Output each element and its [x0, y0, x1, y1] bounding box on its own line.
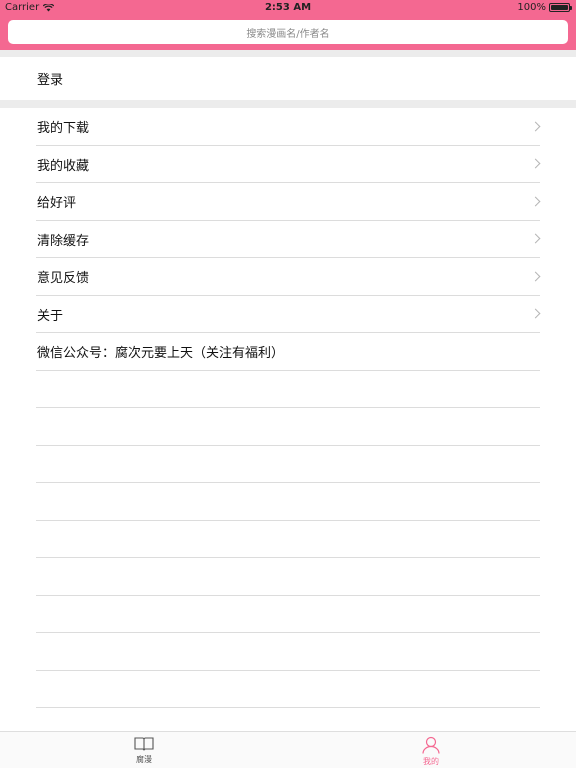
menu-item-label: 我的收藏 [37, 158, 90, 174]
empty-row [0, 521, 576, 559]
empty-row [0, 596, 576, 634]
menu-item-downloads[interactable]: 我的下载 [0, 108, 576, 146]
chevron-right-icon [530, 121, 541, 132]
menu-item-rate[interactable]: 给好评 [0, 183, 576, 221]
person-icon [422, 736, 440, 754]
header-bar: Carrier 2:53 AM 100% 搜索漫画名/作者名 [0, 0, 576, 50]
battery-indicator: 100% [517, 2, 572, 13]
menu-item-label: 清除缓存 [37, 233, 90, 249]
empty-row [0, 671, 576, 709]
empty-row [0, 446, 576, 484]
chevron-right-icon [530, 233, 541, 244]
battery-percent: 100% [517, 2, 546, 13]
book-icon [134, 737, 154, 751]
empty-row [0, 483, 576, 521]
wechat-account-text: 微信公众号：腐次元要上天（关注有福利） [37, 346, 285, 362]
login-label: 登录 [37, 73, 64, 88]
tab-manga[interactable]: 腐漫 [114, 736, 174, 765]
chevron-right-icon [530, 158, 541, 169]
status-bar: Carrier 2:53 AM 100% [0, 0, 576, 16]
empty-row [0, 371, 576, 409]
wechat-info-row: 微信公众号：腐次元要上天（关注有福利） [0, 333, 576, 371]
battery-icon [549, 3, 572, 12]
search-input[interactable]: 搜索漫画名/作者名 [8, 20, 568, 44]
menu-item-label: 给好评 [37, 196, 77, 212]
menu-item-clear-cache[interactable]: 清除缓存 [0, 221, 576, 259]
section-divider [0, 100, 576, 108]
chevron-right-icon [530, 271, 541, 282]
menu-item-label: 关于 [37, 308, 64, 324]
tab-mine[interactable]: 我的 [401, 736, 461, 767]
chevron-right-icon [530, 196, 541, 207]
empty-row [0, 408, 576, 446]
tab-label: 腐漫 [136, 755, 152, 764]
menu-item-about[interactable]: 关于 [0, 296, 576, 334]
menu-item-favorites[interactable]: 我的收藏 [0, 146, 576, 184]
empty-row [0, 633, 576, 671]
login-button[interactable]: 登录 [0, 57, 576, 100]
tab-label: 我的 [423, 757, 439, 766]
empty-row [0, 558, 576, 596]
settings-list: 我的下载 我的收藏 给好评 清除缓存 意见反馈 关于 微信公众号：腐次元要上天（… [0, 108, 576, 746]
tab-bar: 腐漫 我的 [0, 731, 576, 768]
section-divider [0, 50, 576, 57]
menu-item-feedback[interactable]: 意见反馈 [0, 258, 576, 296]
menu-item-label: 意见反馈 [37, 271, 90, 287]
search-placeholder: 搜索漫画名/作者名 [246, 28, 330, 40]
menu-item-label: 我的下载 [37, 121, 90, 137]
clock: 2:53 AM [264, 2, 312, 13]
chevron-right-icon [530, 308, 541, 319]
